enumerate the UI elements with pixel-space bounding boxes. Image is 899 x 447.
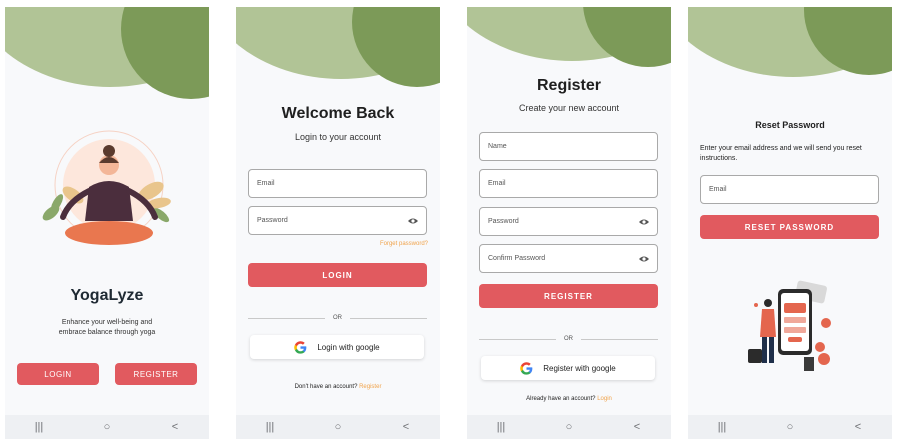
back-icon[interactable]: <: [843, 421, 873, 433]
register-button[interactable]: REGISTER: [115, 363, 197, 385]
home-icon[interactable]: ○: [92, 421, 122, 433]
page-subtitle: Create your new account: [518, 103, 620, 113]
home-icon[interactable]: ○: [775, 421, 805, 433]
password-field[interactable]: Password: [479, 207, 658, 236]
login-button[interactable]: LOGIN: [248, 263, 427, 287]
android-nav-bar: ||| ○ <: [467, 415, 671, 439]
page-title: Welcome Back: [281, 105, 395, 122]
page-title: Register: [536, 77, 602, 94]
login-button[interactable]: LOGIN: [17, 363, 99, 385]
recents-icon[interactable]: |||: [486, 421, 516, 433]
reset-password-button[interactable]: RESET PASSWORD: [700, 215, 879, 239]
name-placeholder: Name: [488, 143, 507, 150]
password-placeholder: Password: [488, 218, 519, 225]
no-account-text: Don't have an account?: [294, 384, 358, 390]
login-link[interactable]: Login: [597, 396, 612, 402]
email-placeholder: Email: [488, 180, 506, 187]
google-label: Register with google: [543, 363, 616, 373]
login-prompt: Already have an account? Login: [467, 396, 671, 402]
email-field[interactable]: Email: [479, 169, 658, 198]
or-label: OR: [564, 336, 573, 342]
phone-payment-illustration: [748, 280, 831, 371]
google-label: Login with google: [317, 342, 380, 352]
recents-icon[interactable]: |||: [24, 421, 54, 433]
register-prompt: Don't have an account? Register: [236, 384, 440, 390]
email-placeholder: Email: [257, 180, 275, 187]
back-icon[interactable]: <: [391, 421, 421, 433]
tagline: Enhance your well-being and embrace bala…: [5, 318, 209, 338]
back-icon[interactable]: <: [160, 421, 190, 433]
name-field[interactable]: Name: [479, 132, 658, 161]
recents-icon[interactable]: |||: [255, 421, 285, 433]
have-account-text: Already have an account?: [526, 396, 596, 402]
google-icon: [294, 340, 307, 354]
back-icon[interactable]: <: [622, 421, 652, 433]
eye-icon[interactable]: [638, 216, 650, 228]
home-icon[interactable]: ○: [323, 421, 353, 433]
welcome-screen: YogaLyze Enhance your well-being and emb…: [5, 7, 209, 439]
email-field[interactable]: Email: [248, 169, 427, 198]
google-register-button[interactable]: Register with google: [481, 356, 655, 380]
eye-icon[interactable]: [638, 253, 650, 265]
android-nav-bar: ||| ○ <: [688, 415, 892, 439]
password-field[interactable]: Password: [248, 206, 427, 235]
reset-password-screen: Reset Password Enter your email address …: [688, 7, 892, 439]
android-nav-bar: ||| ○ <: [5, 415, 209, 439]
login-screen: Welcome Back Login to your account Email…: [236, 7, 440, 439]
or-label: OR: [333, 315, 342, 321]
email-field[interactable]: Email: [700, 175, 879, 204]
tagline-line1: Enhance your well-being and: [61, 319, 153, 326]
confirm-password-placeholder: Confirm Password: [488, 255, 546, 262]
home-icon[interactable]: ○: [554, 421, 584, 433]
reset-description: Enter your email address and we will sen…: [700, 145, 862, 162]
header-decoration: [5, 7, 209, 127]
confirm-password-field[interactable]: Confirm Password: [479, 244, 658, 273]
email-placeholder: Email: [709, 186, 727, 193]
eye-icon[interactable]: [407, 215, 419, 227]
tagline-line2: embrace balance through yoga: [58, 329, 156, 336]
app-name: YogaLyze: [70, 287, 144, 304]
page-title: Reset Password: [755, 120, 825, 130]
or-divider: OR: [479, 334, 658, 344]
forgot-password-link[interactable]: Forget password?: [380, 241, 428, 247]
register-link[interactable]: Register: [359, 384, 381, 390]
recents-icon[interactable]: |||: [707, 421, 737, 433]
android-nav-bar: ||| ○ <: [236, 415, 440, 439]
yoga-illustration: [42, 130, 171, 245]
password-placeholder: Password: [257, 217, 288, 224]
register-screen: Register Create your new account Name Em…: [467, 7, 671, 439]
or-divider: OR: [248, 313, 427, 323]
header-decoration: [688, 7, 892, 127]
page-subtitle: Login to your account: [294, 132, 382, 142]
register-button[interactable]: REGISTER: [479, 284, 658, 308]
google-icon: [520, 361, 533, 375]
google-login-button[interactable]: Login with google: [250, 335, 424, 359]
